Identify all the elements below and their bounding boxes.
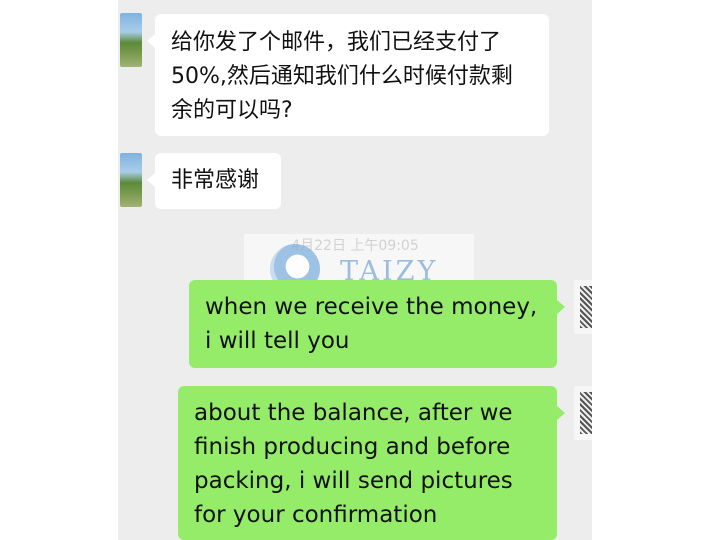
my-avatar[interactable]: [574, 280, 592, 334]
incoming-message-bubble[interactable]: 给你发了个邮件，我们已经支付了50%,然后通知我们什么时候付款剩余的可以吗?: [147, 14, 549, 136]
chat-area: 给你发了个邮件，我们已经支付了50%,然后通知我们什么时候付款剩余的可以吗? 非…: [118, 0, 592, 540]
avatar-pattern: [580, 286, 592, 328]
outgoing-message-bubble[interactable]: about the balance, after we finish produ…: [178, 386, 565, 540]
message-text: 给你发了个邮件，我们已经支付了50%,然后通知我们什么时候付款剩余的可以吗?: [171, 30, 513, 123]
message-text: when we receive the money, i will tell y…: [205, 294, 538, 354]
incoming-message-bubble[interactable]: 非常感谢: [147, 153, 281, 209]
avatar-pattern: [580, 392, 592, 434]
message-text: about the balance, after we finish produ…: [194, 400, 513, 528]
contact-avatar[interactable]: [120, 153, 142, 207]
outgoing-message-bubble[interactable]: when we receive the money, i will tell y…: [189, 280, 565, 368]
message-text: 非常感谢: [171, 168, 260, 193]
my-avatar[interactable]: [574, 386, 592, 440]
contact-avatar[interactable]: [120, 13, 142, 67]
